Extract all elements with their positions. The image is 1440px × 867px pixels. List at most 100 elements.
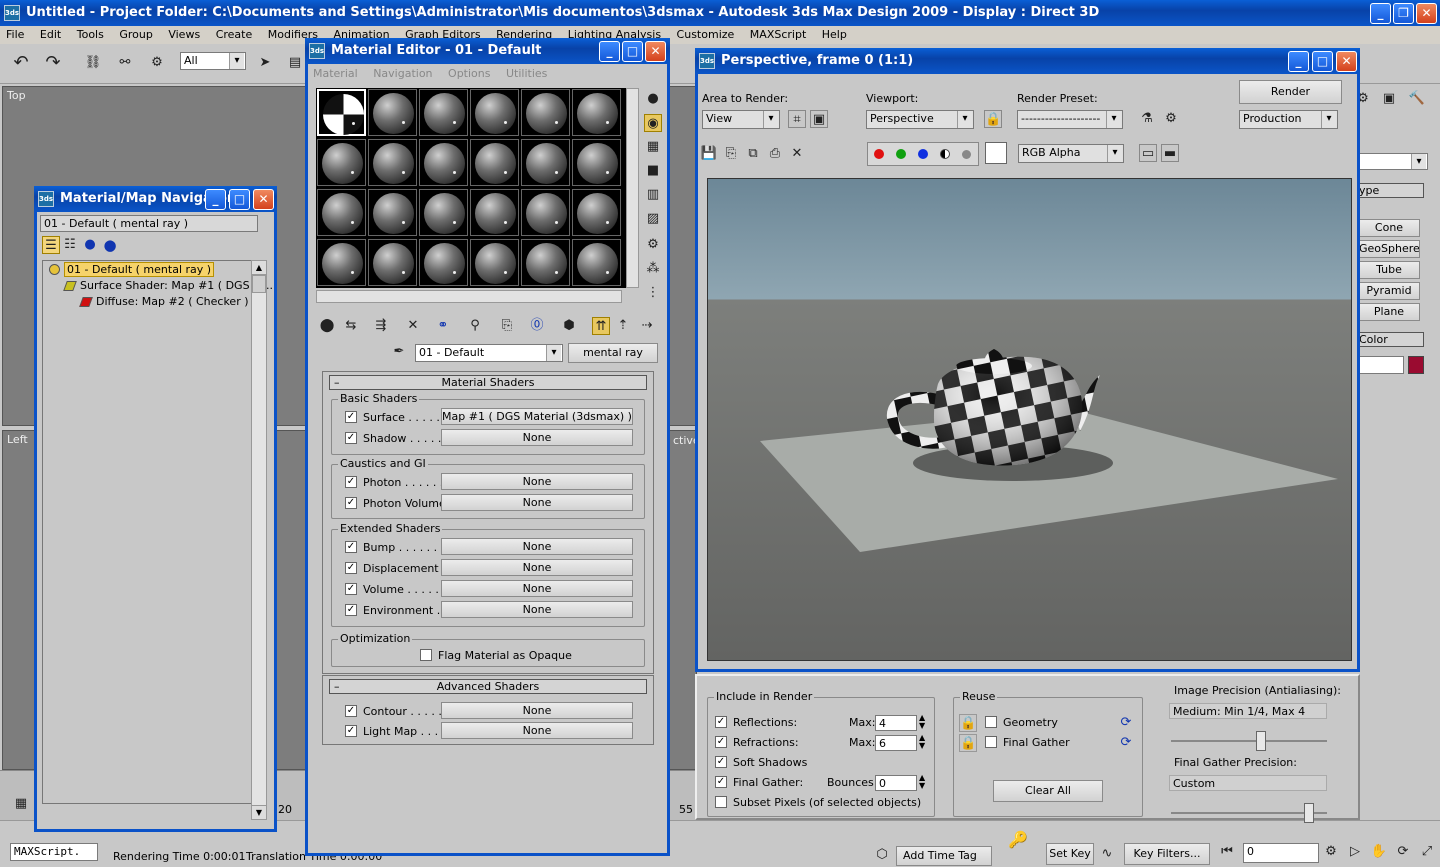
material-type-button[interactable]: mental ray: [568, 343, 658, 363]
sample-slot[interactable]: [419, 189, 468, 236]
name-color-rollout[interactable]: Color: [1358, 332, 1424, 347]
material-name-dropdown[interactable]: 01 - Default: [415, 344, 563, 362]
toggle-ui-overlay-icon[interactable]: ▭: [1139, 144, 1157, 162]
make-preview-icon[interactable]: ▨: [644, 210, 662, 228]
object-name-field[interactable]: [1358, 356, 1404, 374]
view-list-icons-icon[interactable]: ☷: [61, 236, 79, 254]
mono-channel-icon[interactable]: [962, 150, 971, 159]
final-gather-reuse-checkbox[interactable]: [985, 736, 997, 748]
alpha-channel-icon[interactable]: [940, 149, 950, 159]
pan-hand-icon[interactable]: ✋: [1370, 843, 1388, 861]
geosphere-button[interactable]: GeoSphere: [1358, 240, 1420, 258]
hammer-icon[interactable]: 🔨: [1408, 90, 1426, 108]
object-color-swatch[interactable]: [1408, 356, 1424, 374]
photon-checkbox[interactable]: ✓: [345, 476, 357, 488]
menu-edit[interactable]: Edit: [40, 28, 61, 41]
sample-slot[interactable]: [572, 239, 621, 286]
editor-minimize-button[interactable]: _: [599, 41, 620, 62]
plane-button[interactable]: Plane: [1358, 303, 1420, 321]
navigator-scrollbar[interactable]: ▲ ▼: [251, 260, 267, 820]
make-copy-icon[interactable]: ⚭: [434, 317, 452, 335]
editor-menu-material[interactable]: Material: [313, 67, 358, 80]
surface-checkbox[interactable]: ✓: [345, 411, 357, 423]
render-preset-dropdown[interactable]: --------------------: [1017, 110, 1123, 129]
render-setup-teapot-icon[interactable]: ⚗: [1138, 110, 1156, 128]
maximize-viewport-icon[interactable]: ⤢: [1418, 843, 1436, 861]
sample-slot[interactable]: [470, 89, 519, 136]
shadow-map-button[interactable]: None: [441, 429, 633, 446]
minimize-button[interactable]: _: [1370, 3, 1391, 24]
auto-region-icon[interactable]: ▣: [810, 110, 828, 128]
tree-item-material[interactable]: 01 - Default ( mental ray ): [49, 262, 215, 277]
reset-map-icon[interactable]: ✕: [404, 317, 422, 335]
go-forward-sibling-icon[interactable]: ⇢: [638, 317, 656, 335]
volume-map-button[interactable]: None: [441, 580, 633, 597]
go-to-parent-icon[interactable]: ⇡: [614, 317, 632, 335]
sample-slot[interactable]: [368, 189, 417, 236]
menu-help[interactable]: Help: [822, 28, 847, 41]
scroll-thumb[interactable]: [252, 275, 266, 293]
production-dropdown[interactable]: Production: [1239, 110, 1338, 129]
sample-slot[interactable]: [419, 139, 468, 186]
sample-uv-tiling-icon[interactable]: ■: [644, 162, 662, 180]
navigator-maximize-button[interactable]: □: [229, 189, 250, 210]
reflections-checkbox[interactable]: ✓: [715, 716, 727, 728]
maxscript-listener[interactable]: MAXScript.: [10, 843, 98, 861]
lock-viewport-icon[interactable]: 🔒: [984, 110, 1002, 128]
sample-slot[interactable]: [521, 189, 570, 236]
contour-map-button[interactable]: None: [441, 702, 633, 719]
key-icon[interactable]: 🔑: [1008, 831, 1028, 849]
render-maximize-button[interactable]: □: [1312, 51, 1333, 72]
environment-map-button[interactable]: None: [441, 601, 633, 618]
viewport-dropdown[interactable]: Perspective: [866, 110, 974, 129]
final-gather-reuse-icon[interactable]: ⟳: [1117, 734, 1135, 752]
assign-to-selection-icon[interactable]: ⇶: [372, 317, 390, 335]
rendered-image[interactable]: [707, 178, 1352, 661]
select-arrow-icon[interactable]: ➤: [256, 54, 274, 72]
advanced-shaders-header[interactable]: – Advanced Shaders: [329, 679, 647, 694]
displacement-checkbox[interactable]: ✓: [345, 562, 357, 574]
editor-maximize-button[interactable]: □: [622, 41, 643, 62]
pyramid-button[interactable]: Pyramid: [1358, 282, 1420, 300]
clear-image-icon[interactable]: ✕: [788, 145, 806, 163]
sample-slot[interactable]: [521, 239, 570, 286]
select-by-name-icon[interactable]: ▤: [286, 54, 304, 72]
sample-slot[interactable]: [368, 139, 417, 186]
refractions-spinner-arrows-icon[interactable]: ▲ ▼: [919, 734, 925, 750]
sample-slot[interactable]: [572, 139, 621, 186]
orbit-icon[interactable]: ⟳: [1394, 843, 1412, 861]
flag-opaque-checkbox[interactable]: [420, 649, 432, 661]
sample-slot[interactable]: [521, 139, 570, 186]
final-gather-checkbox[interactable]: ✓: [715, 776, 727, 788]
clone-window-icon[interactable]: ⧉: [744, 145, 762, 163]
tube-button[interactable]: Tube: [1358, 261, 1420, 279]
editor-close-button[interactable]: ✕: [645, 41, 666, 62]
material-shaders-header[interactable]: – Material Shaders: [329, 375, 647, 390]
toggle-ui-icon[interactable]: ▬: [1161, 144, 1179, 162]
copy-image-icon[interactable]: ⎘: [722, 145, 740, 163]
undo-icon[interactable]: ↶: [12, 54, 30, 72]
editor-options-icon[interactable]: ⚙: [644, 236, 662, 254]
sample-slot[interactable]: [470, 189, 519, 236]
close-button[interactable]: ✕: [1416, 3, 1437, 24]
soft-shadows-checkbox[interactable]: ✓: [715, 756, 727, 768]
swatch-box[interactable]: [985, 142, 1007, 164]
cone-button[interactable]: Cone: [1358, 219, 1420, 237]
time-config-icon[interactable]: ⚙: [1322, 843, 1340, 861]
unlink-icon[interactable]: ⚯: [116, 54, 134, 72]
reflections-spinner-arrows-icon[interactable]: ▲ ▼: [919, 714, 925, 730]
geometry-lock-icon[interactable]: 🔒: [959, 714, 977, 732]
final-gather-lock-icon[interactable]: 🔒: [959, 734, 977, 752]
menu-tools[interactable]: Tools: [77, 28, 104, 41]
view-small-icons-icon[interactable]: ●: [81, 236, 99, 254]
sample-slot[interactable]: [572, 189, 621, 236]
scroll-down-arrow-icon[interactable]: ▼: [252, 805, 266, 819]
menu-views[interactable]: Views: [168, 28, 200, 41]
refractions-max-spinner[interactable]: 6: [875, 735, 917, 751]
video-color-check-icon[interactable]: ▥: [644, 186, 662, 204]
add-time-tag-button[interactable]: Add Time Tag: [896, 846, 992, 866]
tree-item-surface-shader[interactable]: Surface Shader: Map #1 ( DGS M...: [63, 279, 273, 292]
slots-v-scrollbar[interactable]: [626, 88, 639, 288]
sample-slot[interactable]: [317, 239, 366, 286]
link-icon[interactable]: ⛓: [84, 54, 102, 72]
